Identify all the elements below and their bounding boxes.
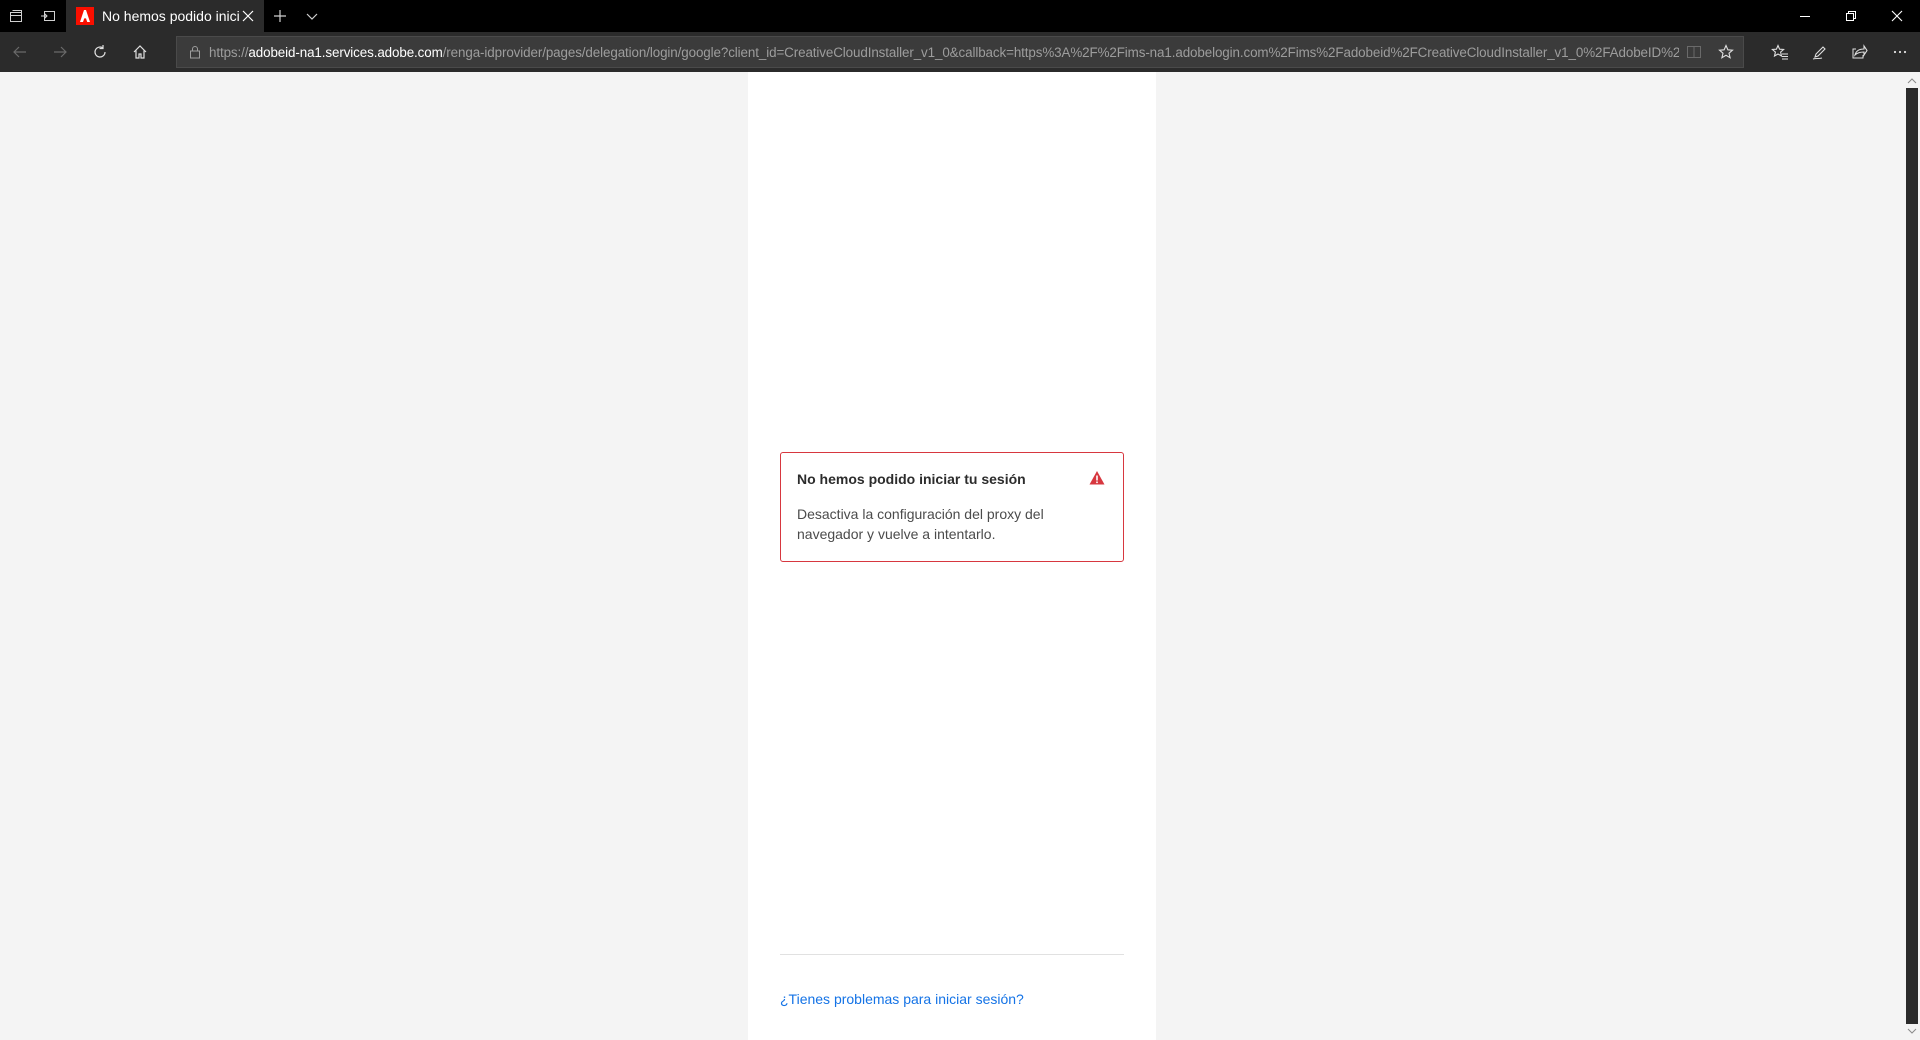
more-icon[interactable] [1880, 32, 1920, 72]
close-icon[interactable] [240, 8, 256, 24]
url-host: adobeid-na1.services.adobe.com [248, 44, 443, 60]
title-bar: No hemos podido iniciar tu sesión [0, 0, 1920, 32]
url-path: /renga-idprovider/pages/delegation/login… [442, 44, 1679, 60]
address-bar[interactable]: https://adobeid-na1.services.adobe.com/r… [176, 36, 1744, 68]
minimize-icon[interactable] [1782, 0, 1828, 32]
sign-in-help-link[interactable]: ¿Tienes problemas para iniciar sesión? [780, 991, 1024, 1007]
set-tabs-aside-icon[interactable] [32, 0, 64, 32]
url-prefix: https:// [209, 44, 249, 60]
tab-title: No hemos podido iniciar tu sesión [102, 8, 240, 24]
pen-icon[interactable] [1800, 32, 1840, 72]
url-text[interactable]: https://adobeid-na1.services.adobe.com/r… [209, 45, 1679, 60]
scrollbar-thumb[interactable] [1906, 88, 1918, 1024]
favorites-icon[interactable] [1760, 32, 1800, 72]
star-icon[interactable] [1709, 37, 1743, 67]
share-icon[interactable] [1840, 32, 1880, 72]
tab-active[interactable]: No hemos podido iniciar tu sesión [66, 0, 264, 32]
reading-view-icon[interactable] [1679, 37, 1709, 67]
vertical-scrollbar[interactable] [1904, 72, 1920, 1040]
scroll-down-icon[interactable] [1904, 1024, 1920, 1038]
home-icon[interactable] [120, 32, 160, 72]
toolbar-right [1760, 32, 1920, 72]
chevron-down-icon[interactable] [296, 0, 328, 32]
adobe-logo-icon [76, 7, 94, 25]
lock-icon[interactable] [181, 37, 209, 67]
title-bar-drag-area [328, 0, 1782, 32]
tab-preview-icon[interactable] [0, 0, 32, 32]
plus-icon[interactable] [264, 0, 296, 32]
navigation-bar: https://adobeid-na1.services.adobe.com/r… [0, 32, 1920, 72]
close-icon[interactable] [1874, 0, 1920, 32]
back-arrow-icon[interactable] [0, 32, 40, 72]
alert-message: Desactiva la configuración del proxy del… [797, 506, 1044, 542]
refresh-icon[interactable] [80, 32, 120, 72]
forward-arrow-icon[interactable] [40, 32, 80, 72]
alert-title: No hemos podido iniciar tu sesión [797, 471, 1026, 487]
divider [780, 954, 1124, 955]
scroll-up-icon[interactable] [1904, 74, 1920, 88]
page-content: No hemos podido iniciar tu sesión Desact… [0, 72, 1904, 1040]
restore-icon[interactable] [1828, 0, 1874, 32]
warning-icon [1089, 470, 1105, 486]
error-alert: No hemos podido iniciar tu sesión Desact… [780, 452, 1124, 562]
login-panel: No hemos podido iniciar tu sesión Desact… [748, 72, 1156, 1040]
